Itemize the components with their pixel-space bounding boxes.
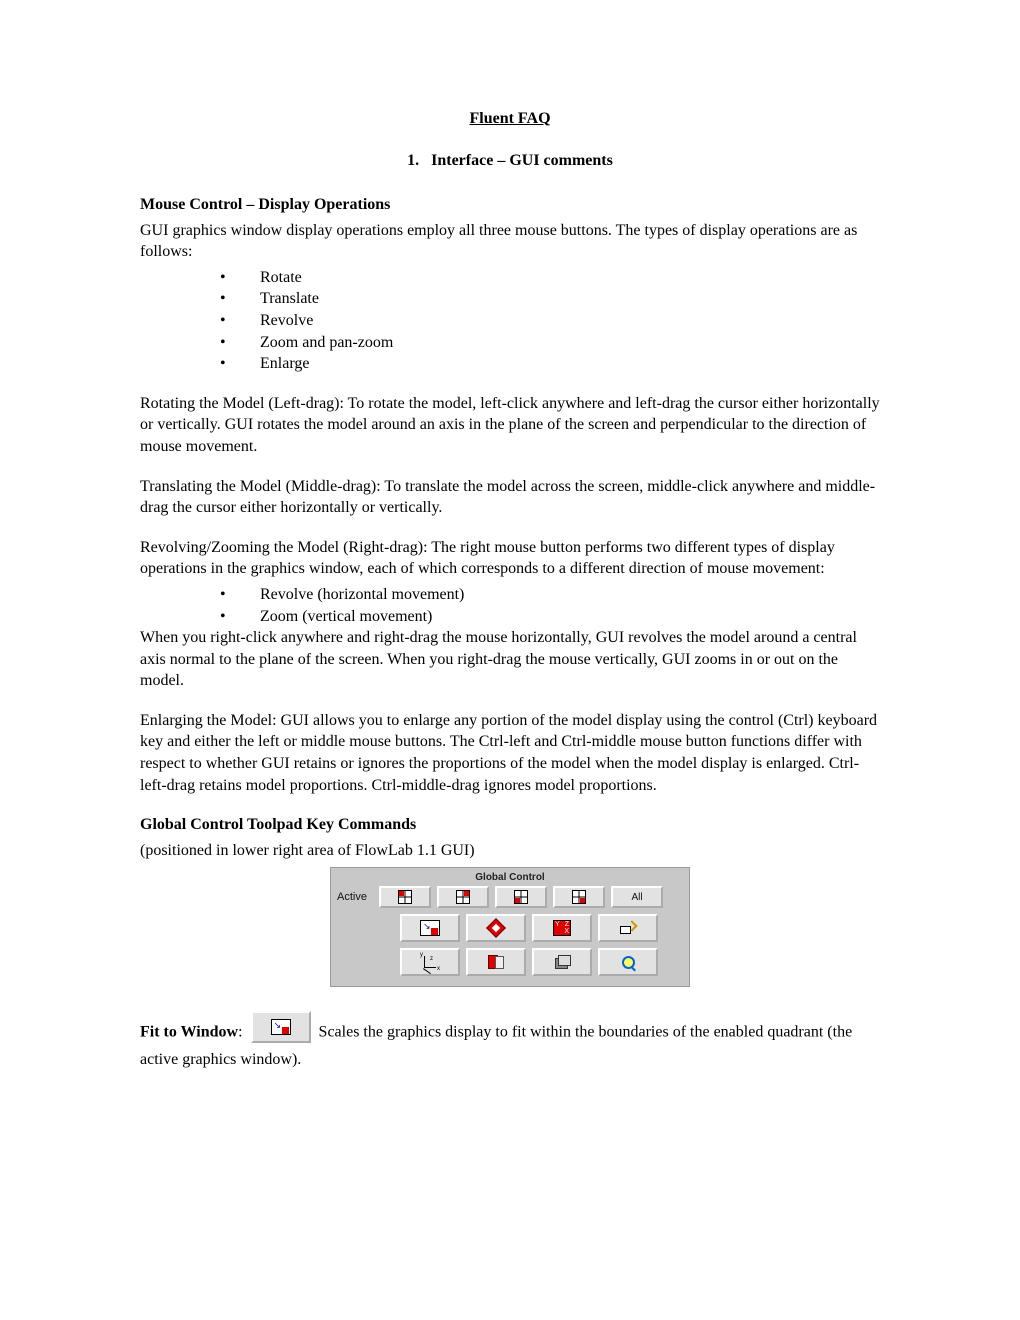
document-page: Fluent FAQ 1. Interface – GUI comments M… [0,0,1020,1320]
select-pivot-icon [486,919,506,939]
annotate-icon [620,922,636,934]
magnifier-icon [621,955,635,969]
render-model-button[interactable] [532,948,592,976]
quadrant-tr-button[interactable] [437,886,489,908]
quadrant-tl-button[interactable] [379,886,431,908]
quadrant-tl-icon [398,890,412,904]
quadrant-br-icon [572,890,586,904]
toolpad-row-view: ↘ YZX [337,914,683,942]
examine-mesh-button[interactable] [598,948,658,976]
fit-to-window-icon: ↘ [420,920,440,936]
shade-model-button[interactable] [466,948,526,976]
orient-model-button[interactable]: YZX [532,914,592,942]
render-icon [555,955,569,969]
toolpad-row-misc: yxz [337,948,683,976]
quadrant-tr-icon [456,890,470,904]
fit-to-window-inline-button[interactable]: ↘ [251,1011,311,1043]
fit-to-window-icon: ↘ [271,1019,291,1035]
annotate-button[interactable] [598,914,658,942]
fit-colon: : [238,1024,246,1041]
select-pivot-button[interactable] [466,914,526,942]
list-item: Revolve (horizontal movement) [140,584,880,606]
list-item: Zoom and pan-zoom [140,332,880,354]
revolve-after: When you right-click anywhere and right-… [140,627,880,692]
quadrant-bl-button[interactable] [495,886,547,908]
section-name: Interface – GUI comments [431,152,613,169]
active-label: Active [337,891,373,903]
shade-icon [488,955,504,969]
section-heading: 1. Interface – GUI comments [140,152,880,170]
page-title: Fluent FAQ [140,110,880,128]
revolve-list: Revolve (horizontal movement) Zoom (vert… [140,584,880,627]
fit-to-window-button[interactable]: ↘ [400,914,460,942]
enlarge-paragraph: Enlarging the Model: GUI allows you to e… [140,710,880,796]
operations-list: Rotate Translate Revolve Zoom and pan-zo… [140,267,880,375]
toolpad-heading: Global Control Toolpad Key Commands [140,816,416,833]
quadrant-br-button[interactable] [553,886,605,908]
fit-to-window-paragraph: Fit to Window: ↘ Scales the graphics dis… [140,1017,880,1071]
toolpad-note: (positioned in lower right area of FlowL… [140,840,880,862]
list-item: Translate [140,288,880,310]
global-control-toolpad: Global Control Active All ↘ YZX [330,867,690,987]
specify-axes-button[interactable]: yxz [400,948,460,976]
revolve-intro: Revolving/Zooming the Model (Right-drag)… [140,537,880,580]
section-number: 1. [407,152,419,169]
mouse-intro: GUI graphics window display operations e… [140,220,880,263]
toolpad-row-quadrants: Active All [337,886,683,908]
rotate-paragraph: Rotating the Model (Left-drag): To rotat… [140,393,880,458]
translate-paragraph: Translating the Model (Middle-drag): To … [140,476,880,519]
fit-label: Fit to Window [140,1024,238,1041]
list-item: Zoom (vertical movement) [140,606,880,628]
list-item: Rotate [140,267,880,289]
axes-tripod-icon: yxz [422,954,438,970]
list-item: Enlarge [140,353,880,375]
orient-model-icon: YZX [553,920,571,936]
quadrant-bl-icon [514,890,528,904]
mouse-heading: Mouse Control – Display Operations [140,196,390,213]
list-item: Revolve [140,310,880,332]
toolpad-title: Global Control [337,871,683,886]
all-label: All [631,892,642,903]
all-quadrants-button[interactable]: All [611,886,663,908]
